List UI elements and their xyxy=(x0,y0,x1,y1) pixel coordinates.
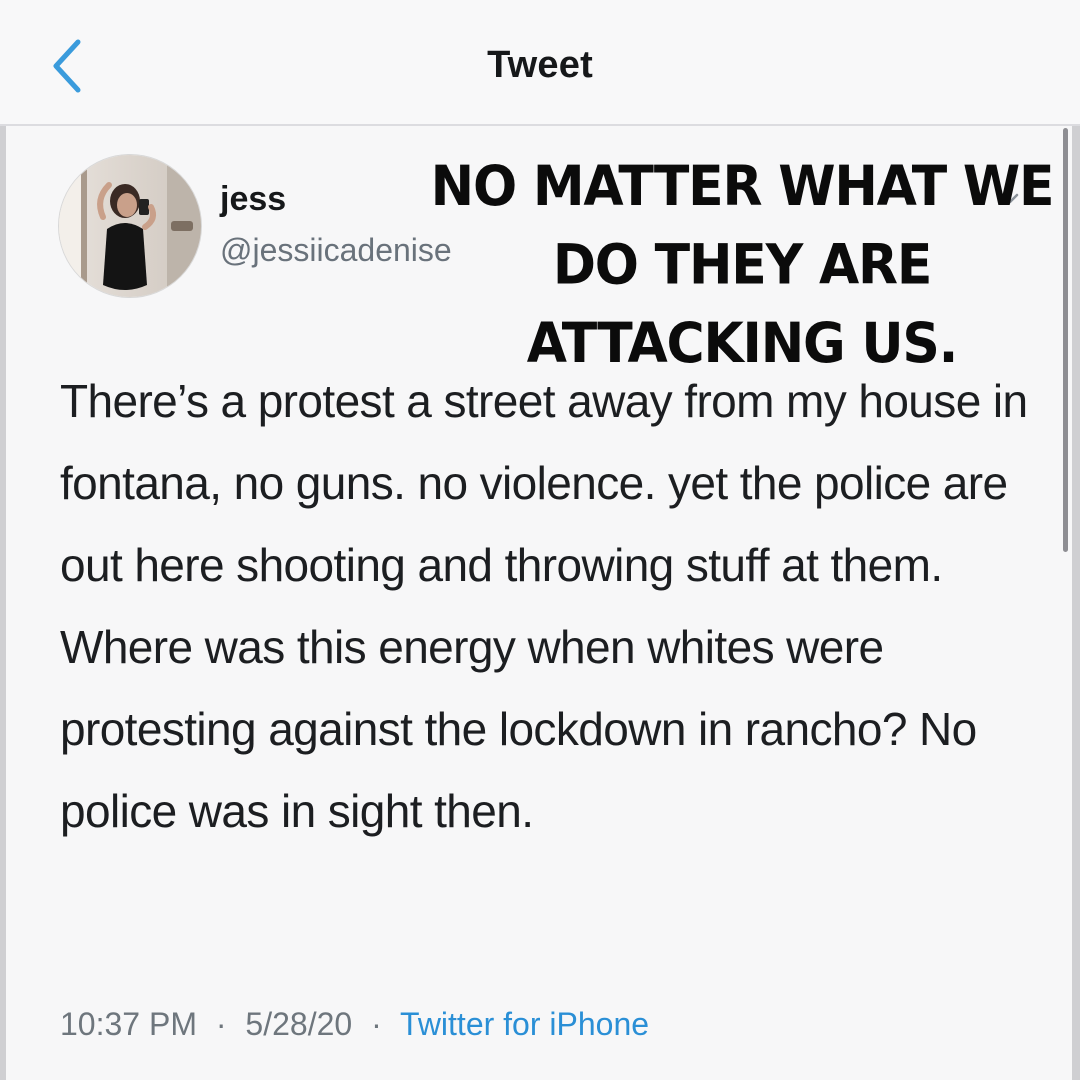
left-border xyxy=(0,0,6,1080)
meta-separator: · xyxy=(371,1006,382,1042)
author-name[interactable]: jess xyxy=(220,180,286,219)
tweet-time: 10:37 PM xyxy=(60,1006,197,1042)
tweet-source-link[interactable]: Twitter for iPhone xyxy=(400,1006,649,1042)
tweet-text: There’s a protest a street away from my … xyxy=(60,375,1028,837)
meta-separator: · xyxy=(215,1006,227,1042)
tweet-screenshot: Tweet jess @jessiicadenise NO MATTER WHA… xyxy=(0,0,1080,1080)
caption-line: do they are xyxy=(552,233,933,298)
avatar[interactable] xyxy=(58,154,202,298)
tweet-date: 5/28/20 xyxy=(245,1006,353,1042)
meme-caption-overlay: No matter what we do they are attacking … xyxy=(412,148,1072,383)
nav-header: Tweet xyxy=(0,0,1080,126)
right-border xyxy=(1072,0,1080,1080)
tweet-meta: 10:37 PM · 5/28/20 · Twitter for iPhone xyxy=(60,1006,649,1043)
avatar-photo xyxy=(59,155,201,297)
page-title: Tweet xyxy=(487,44,593,86)
caption-line: No matter what we xyxy=(430,155,1055,220)
